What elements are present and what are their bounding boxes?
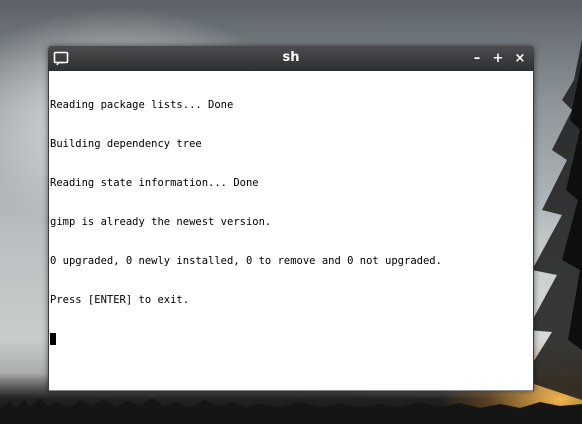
terminal-line: Press [ENTER] to exit. — [50, 294, 190, 306]
terminal-window: sh – + × Reading package lists... Done B… — [48, 46, 534, 391]
block-cursor — [50, 333, 56, 345]
terminal-line: Reading state information... Done — [50, 177, 259, 189]
prompt-line — [50, 333, 529, 346]
terminal-line: Reading package lists... Done — [50, 99, 234, 111]
close-button[interactable]: × — [511, 50, 529, 67]
terminal-output: Reading package lists... Done Building d… — [50, 73, 529, 386]
window-title: sh — [282, 50, 300, 65]
terminal-area[interactable]: Reading package lists... Done Building d… — [49, 71, 533, 391]
terminal-line: Building dependency tree — [50, 138, 202, 150]
terminal-line: gimp is already the newest version. — [50, 216, 272, 228]
title-bar[interactable]: sh – + × — [48, 46, 534, 71]
minimize-button[interactable]: – — [468, 50, 486, 67]
maximize-button[interactable]: + — [489, 50, 507, 67]
terminal-line: 0 upgraded, 0 newly installed, 0 to remo… — [50, 255, 442, 267]
wallpaper-horizon — [0, 398, 582, 424]
